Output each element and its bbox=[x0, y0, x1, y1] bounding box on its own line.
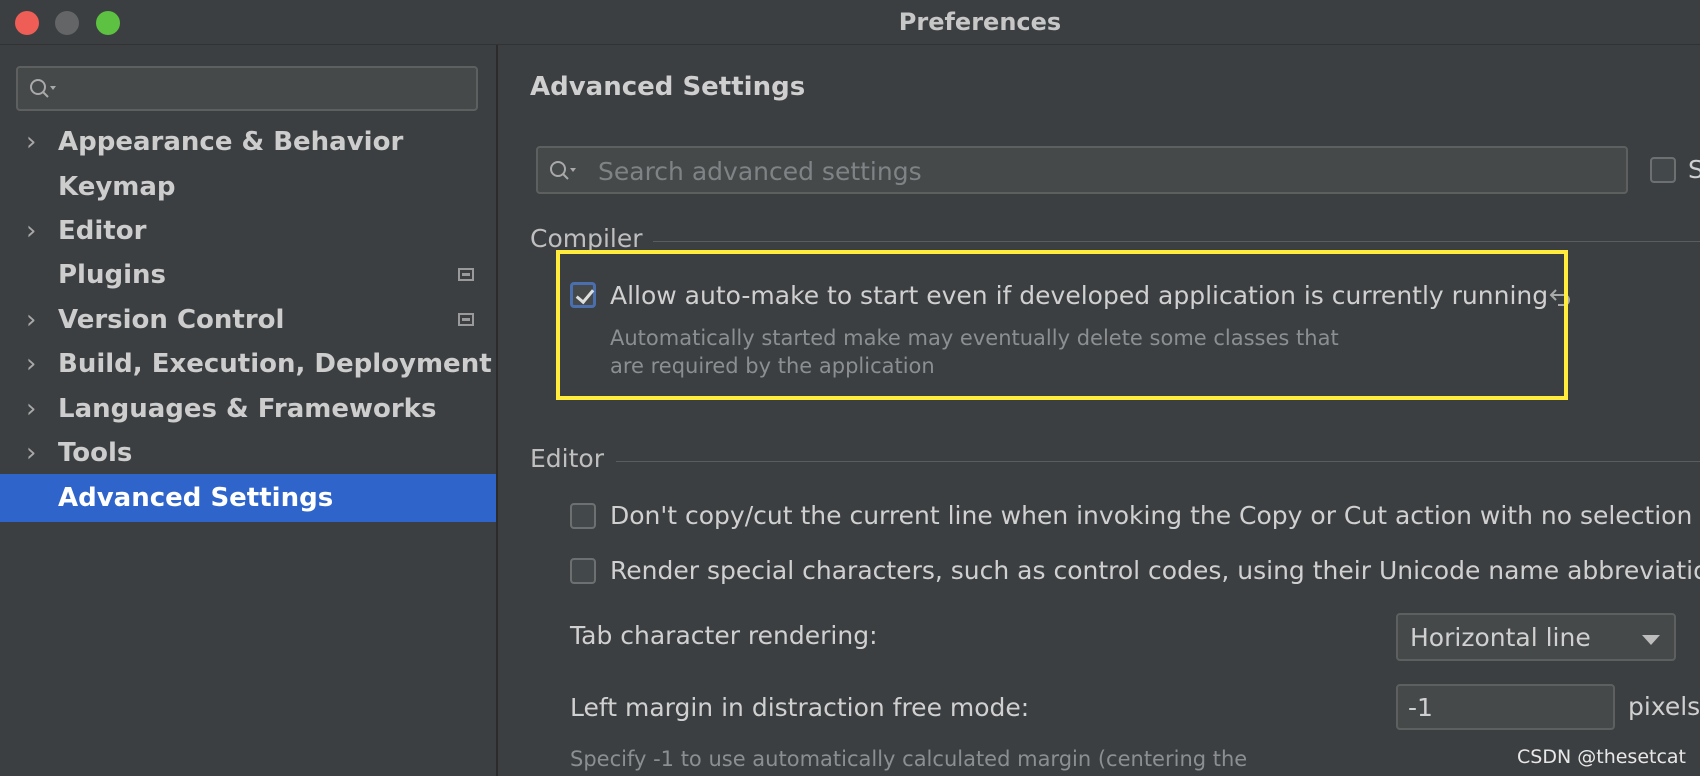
chevron-right-icon: › bbox=[26, 305, 37, 335]
sidebar-item-keymap[interactable]: Keymap bbox=[0, 163, 496, 211]
sidebar-item-label: Tools bbox=[58, 438, 133, 468]
settings-panel: Advanced Settings Search advanced settin… bbox=[498, 45, 1700, 776]
render-special-chars-option-label[interactable]: Render special characters, such as contr… bbox=[610, 556, 1700, 585]
sidebar-item-label: Advanced Settings bbox=[58, 483, 334, 513]
divider bbox=[653, 241, 1700, 242]
page-title: Advanced Settings bbox=[530, 72, 806, 102]
group-title-compiler: Compiler bbox=[530, 224, 643, 253]
search-icon bbox=[550, 161, 576, 180]
sidebar-search-input[interactable] bbox=[16, 66, 478, 111]
title-bar: Preferences bbox=[0, 0, 1700, 45]
left-margin-hint: Specify -1 to use automatically calculat… bbox=[570, 747, 1248, 771]
no-copy-cut-line-option-label[interactable]: Don't copy/cut the current line when inv… bbox=[610, 501, 1692, 530]
sidebar-item-languages-frameworks[interactable]: › Languages & Frameworks bbox=[0, 385, 496, 433]
sidebar-item-label: Plugins bbox=[58, 260, 166, 290]
tab-rendering-label: Tab character rendering: bbox=[570, 621, 878, 650]
tab-rendering-select[interactable]: Horizontal line bbox=[1396, 613, 1676, 661]
group-title-editor: Editor bbox=[530, 444, 604, 473]
sidebar-item-plugins[interactable]: Plugins bbox=[0, 251, 496, 299]
tab-rendering-value: Horizontal line bbox=[1410, 623, 1591, 652]
chevron-right-icon: › bbox=[26, 349, 37, 379]
project-level-icon bbox=[458, 268, 474, 281]
sidebar: › Appearance & Behavior Keymap › Editor … bbox=[0, 45, 498, 776]
left-margin-label: Left margin in distraction free mode: bbox=[570, 693, 1030, 722]
sidebar-item-appearance-behavior[interactable]: › Appearance & Behavior bbox=[0, 118, 496, 166]
search-placeholder: Search advanced settings bbox=[598, 157, 922, 186]
project-level-icon bbox=[458, 313, 474, 326]
left-margin-value: -1 bbox=[1408, 693, 1433, 722]
watermark: CSDN @thesetcat bbox=[1517, 746, 1686, 768]
chevron-right-icon: › bbox=[26, 394, 37, 424]
advanced-settings-search-input[interactable]: Search advanced settings bbox=[536, 146, 1628, 194]
left-margin-input[interactable]: -1 bbox=[1396, 684, 1615, 730]
show-modified-checkbox[interactable] bbox=[1650, 157, 1676, 183]
sidebar-item-label: Keymap bbox=[58, 172, 176, 202]
sidebar-item-advanced-settings[interactable]: Advanced Settings bbox=[0, 474, 496, 522]
sidebar-item-label: Appearance & Behavior bbox=[58, 127, 404, 157]
divider bbox=[616, 461, 1700, 462]
sidebar-item-label: Editor bbox=[58, 216, 147, 246]
chevron-right-icon: › bbox=[26, 216, 37, 246]
render-special-chars-checkbox[interactable] bbox=[570, 558, 596, 584]
sidebar-item-editor[interactable]: › Editor bbox=[0, 207, 496, 255]
chevron-right-icon: › bbox=[26, 127, 37, 157]
sidebar-item-label: Languages & Frameworks bbox=[58, 394, 437, 424]
sidebar-item-label: Version Control bbox=[58, 305, 285, 335]
left-margin-unit: pixels bbox=[1628, 692, 1700, 721]
search-icon bbox=[30, 79, 56, 98]
window-title: Preferences bbox=[898, 8, 1062, 36]
sidebar-item-label: Build, Execution, Deployment bbox=[58, 349, 492, 379]
sidebar-item-tools[interactable]: › Tools bbox=[0, 429, 496, 477]
sidebar-item-build-execution-deployment[interactable]: › Build, Execution, Deployment bbox=[0, 340, 496, 388]
highlight-box bbox=[556, 250, 1568, 400]
chevron-right-icon: › bbox=[26, 438, 37, 468]
chevron-down-icon bbox=[1642, 635, 1660, 645]
sidebar-item-version-control[interactable]: › Version Control bbox=[0, 296, 496, 344]
show-modified-label: S bbox=[1688, 155, 1700, 184]
no-copy-cut-line-checkbox[interactable] bbox=[570, 503, 596, 529]
